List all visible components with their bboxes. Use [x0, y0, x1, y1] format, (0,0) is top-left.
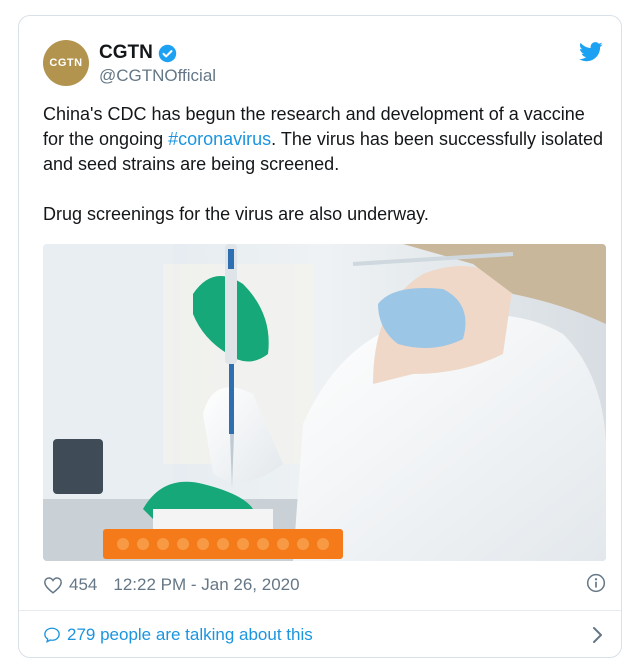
tweet-card[interactable]: CGTN CGTN @CGTNOfficial China's CDC has …: [18, 15, 622, 658]
author-name-row[interactable]: CGTN: [99, 42, 177, 64]
like-count[interactable]: 454: [69, 575, 97, 595]
tweet-body: China's CDC has begun the research and d…: [43, 102, 603, 227]
hashtag-link[interactable]: #coronavirus: [168, 129, 271, 149]
tweet-photo[interactable]: [43, 244, 606, 561]
avatar-label: CGTN: [49, 57, 83, 69]
talking-count-text[interactable]: 279 people are talking about this: [67, 625, 313, 645]
display-name[interactable]: CGTN: [99, 42, 153, 64]
heart-icon[interactable]: [43, 576, 63, 594]
twitter-bird-icon[interactable]: [579, 42, 603, 62]
speech-bubble-icon: [44, 627, 60, 644]
conversation-link[interactable]: 279 people are talking about this: [43, 623, 606, 647]
tweet-timestamp[interactable]: 12:22 PM - Jan 26, 2020: [113, 575, 299, 595]
chevron-right-icon[interactable]: [592, 626, 604, 644]
author-handle[interactable]: @CGTNOfficial: [99, 66, 216, 86]
verified-badge-icon: [158, 44, 177, 62]
tweet-meta-row: 454 12:22 PM - Jan 26, 2020: [43, 572, 606, 598]
info-icon[interactable]: [586, 573, 606, 593]
tweet-paragraph-1: China's CDC has begun the research and d…: [43, 102, 603, 177]
card-divider: [19, 610, 621, 611]
avatar[interactable]: CGTN: [43, 40, 89, 86]
lab-photo-illustration: [43, 244, 606, 561]
tweet-paragraph-2: Drug screenings for the virus are also u…: [43, 204, 429, 224]
